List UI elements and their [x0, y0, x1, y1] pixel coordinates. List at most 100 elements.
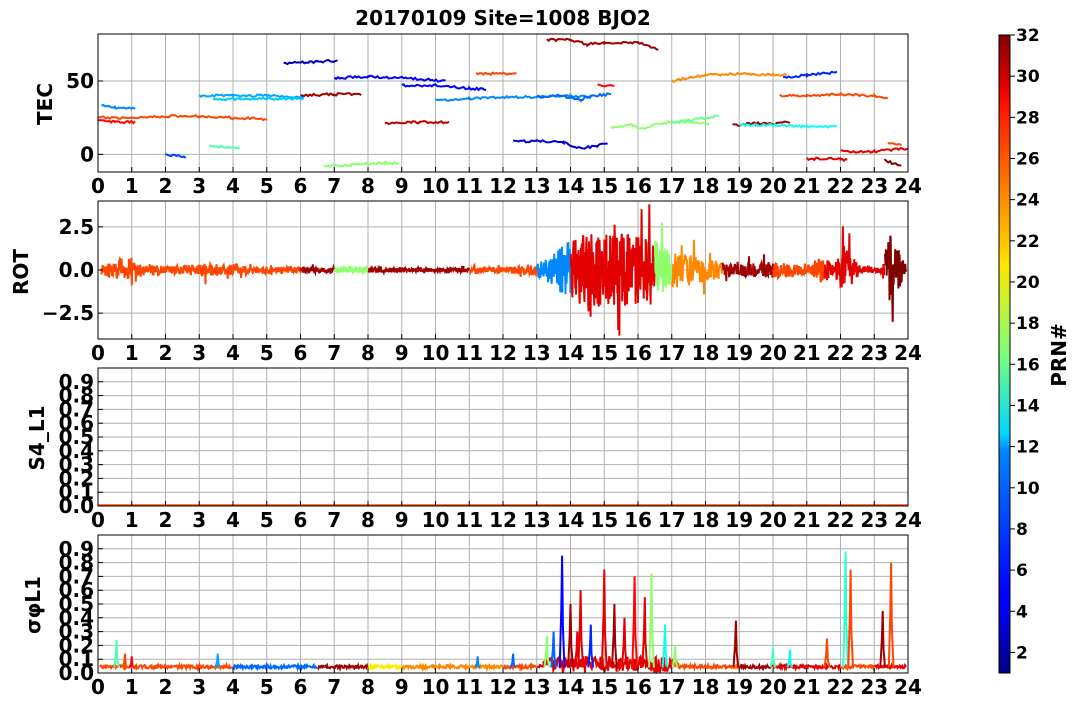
tec-series-prn-26	[779, 91, 889, 100]
rot-xtick-label: 8	[361, 341, 375, 365]
sigma-phi-spike-prn-10	[214, 653, 222, 669]
rot-series-prn-17	[333, 264, 369, 276]
tec-xtick-label: 13	[523, 174, 551, 198]
rot-xtick-label: 23	[860, 341, 888, 365]
sigma-phi-spike-prn-26	[847, 569, 854, 668]
rot-series-prn-31	[299, 263, 336, 277]
rot-series-prn-31	[367, 264, 471, 277]
colorbar: 2468101214161820222426283032 PRN#	[998, 26, 1071, 674]
colorbar-tick-label: 10	[1016, 479, 1040, 499]
s4-xtick-label: 3	[192, 508, 206, 532]
rot-xtick-label: 18	[692, 341, 720, 365]
sigma-phi-spike-prn-28	[128, 656, 135, 669]
tec-xtick-label: 1	[125, 174, 139, 198]
sigma-phi-baseline-prn-26	[502, 661, 537, 672]
sigma-phi-xtick-label: 19	[725, 675, 753, 699]
s4-xtick-label: 13	[523, 508, 551, 532]
sigma-phi-xtick-label: 9	[395, 675, 409, 699]
s4-xtick-label: 4	[226, 508, 240, 532]
tec-xtick-label: 22	[827, 174, 855, 198]
s4-xtick-label: 9	[395, 508, 409, 532]
s4-xtick-label: 23	[860, 508, 888, 532]
tec-series-prn-17	[323, 160, 400, 169]
rot-series-prn-31	[721, 254, 774, 282]
colorbar-tick-label: 14	[1016, 396, 1040, 416]
rot-xtick-label: 12	[489, 341, 517, 365]
tec-xtick-label: 6	[294, 174, 308, 198]
sigma-phi-spike-prn-9	[474, 656, 481, 669]
sigma-phi-xtick-label: 20	[759, 675, 787, 699]
rot-series-prn-17	[654, 222, 673, 293]
tec-series-prn-3	[283, 58, 338, 66]
tec-series-prn-26	[98, 114, 267, 122]
rot-series-prn-26	[772, 258, 825, 283]
tec-ytick-label: 50	[66, 69, 94, 93]
rot-xtick-label: 7	[327, 341, 341, 365]
tec-xtick-label: 2	[159, 174, 173, 198]
s4-xtick-label: 5	[260, 508, 274, 532]
s4-xtick-label: 18	[692, 508, 720, 532]
rot-xtick-label: 4	[226, 341, 240, 365]
tec-xtick-label: 12	[489, 174, 517, 198]
colorbar-tick-label: 22	[1016, 232, 1040, 252]
tec-series-prn-9	[101, 103, 136, 110]
s4-xtick-label: 20	[759, 508, 787, 532]
tec-series-prn-30	[384, 119, 450, 126]
rot-xtick-label: 21	[793, 341, 821, 365]
tec-grid	[97, 34, 909, 172]
sigma-phi-baseline-prn-26	[840, 662, 875, 672]
sigma-phi-spike-prn-14	[842, 551, 849, 668]
tec-xtick-label: 17	[658, 174, 686, 198]
sigma-phi-xtick-label: 13	[523, 675, 551, 699]
tec-series-prn-26	[887, 142, 902, 147]
colorbar-tick-label: 32	[1016, 26, 1040, 46]
rot-xtick-label: 10	[422, 341, 450, 365]
sigma-phi-spike-prn-5	[558, 555, 566, 668]
tec-xtick-label: 21	[793, 174, 821, 198]
colorbar-tick-label: 8	[1016, 520, 1028, 540]
tec-series-prn-13	[738, 122, 838, 129]
tec-xtick-label: 16	[624, 174, 652, 198]
sigma-phi-xtick-label: 17	[658, 675, 686, 699]
rot-ytick-label: −2.5	[42, 301, 94, 325]
sigma-phi-xtick-label: 1	[125, 675, 139, 699]
tec-series-prn-6	[783, 70, 838, 79]
sigma-phi-xtick-label: 12	[489, 675, 517, 699]
sigma-phi-xtick-label: 11	[455, 675, 483, 699]
sigma-phi-grid	[97, 535, 909, 674]
colorbar-tick-label: 6	[1016, 561, 1028, 581]
tec-xtick-label: 10	[422, 174, 450, 198]
sigma-phi-xtick-label: 14	[557, 675, 585, 699]
tec-panel: 0 1 2 3 4 5 6 7 8 9 10 11 12 13 14 15 16 17 18 19 20 21 22 23 24…	[66, 33, 922, 198]
sigma-phi-xtick-label: 7	[327, 675, 341, 699]
tec-xtick-label: 24	[894, 174, 922, 198]
sigma-phi-xtick-label: 15	[590, 675, 618, 699]
sigma-phi-spike-prn-26	[823, 638, 831, 668]
sigma-phi-xtick-label: 18	[692, 675, 720, 699]
sigma-phi-baseline-prn-31	[316, 661, 369, 673]
rot-panel: 0 1 2 3 4 5 6 7 8 9 10 11 12 13 14 15 16 17 18 19 20 21 22 23 24…	[42, 200, 922, 365]
tec-series-prn-32	[883, 158, 902, 167]
sigma-phi-xtick-label: 5	[260, 675, 274, 699]
colorbar-tick-label: 24	[1016, 191, 1040, 211]
colorbar-tick-label: 16	[1016, 355, 1040, 375]
sigma-phi-baseline-prn-31	[738, 662, 774, 672]
colorbar-tick-label: 2	[1016, 643, 1028, 663]
tec-series-prn-29	[806, 156, 848, 163]
rot-series-prn-29	[823, 226, 886, 289]
s4-xtick-label: 15	[590, 508, 618, 532]
tec-xtick-label: 0	[91, 174, 105, 198]
sigma-phi-spike-prn-31	[732, 620, 740, 668]
rot-xtick-label: 24	[894, 341, 922, 365]
rot-series-prn-29	[569, 204, 656, 336]
sigma-phi-xtick-label: 22	[827, 675, 855, 699]
tec-xtick-label: 8	[361, 174, 375, 198]
s4-xtick-label: 19	[725, 508, 753, 532]
s4-xtick-label: 7	[327, 508, 341, 532]
sigma-phi-baseline-prn-8	[232, 661, 318, 673]
sigma-phi-xtick-label: 3	[192, 675, 206, 699]
rot-xtick-label: 5	[260, 341, 274, 365]
sigma-phi-ytick-label: 0.9	[59, 537, 94, 561]
rot-xtick-label: 6	[294, 341, 308, 365]
rot-xtick-label: 9	[395, 341, 409, 365]
